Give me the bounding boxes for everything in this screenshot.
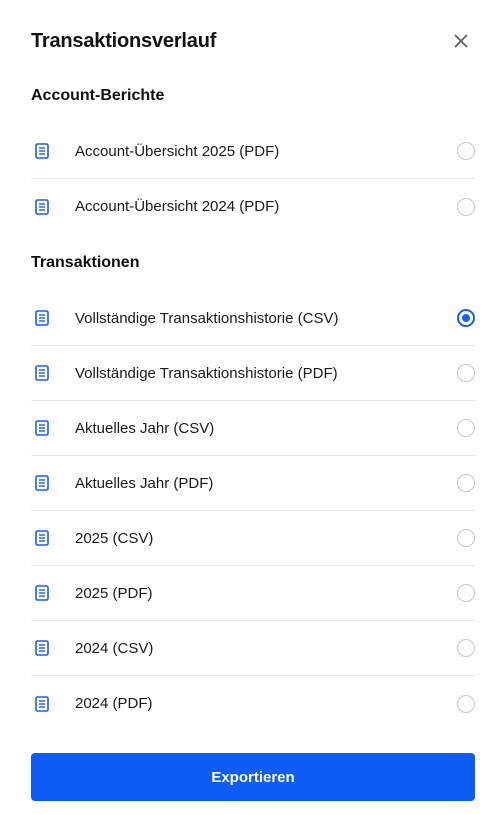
document-icon — [31, 362, 53, 384]
document-icon — [31, 307, 53, 329]
document-icon — [31, 637, 53, 659]
section-title-account-reports: Account-Berichte — [31, 87, 165, 104]
radio-button[interactable] — [457, 474, 475, 492]
transactions-list: Vollständige Transaktionshistorie (CSV) … — [31, 291, 475, 731]
list-item-label: 2025 (CSV) — [75, 529, 154, 547]
document-icon — [31, 527, 53, 549]
close-icon — [454, 34, 468, 48]
list-item[interactable]: Aktuelles Jahr (PDF) — [31, 456, 475, 511]
section-title-transactions: Transaktionen — [31, 254, 140, 271]
document-icon — [31, 140, 53, 162]
radio-button[interactable] — [457, 364, 475, 382]
list-item-label: Account-Übersicht 2025 (PDF) — [75, 142, 280, 160]
radio-button[interactable] — [457, 419, 475, 437]
list-item-label: Vollständige Transaktionshistorie (PDF) — [75, 364, 338, 382]
document-icon — [31, 417, 53, 439]
document-icon — [31, 582, 53, 604]
document-icon — [31, 472, 53, 494]
export-button[interactable]: Exportieren — [31, 753, 475, 801]
close-button[interactable] — [451, 31, 471, 51]
list-item-label: Vollständige Transaktionshistorie (CSV) — [75, 309, 339, 327]
list-item-label: Aktuelles Jahr (CSV) — [75, 419, 215, 437]
list-item[interactable]: Account-Übersicht 2024 (PDF) — [31, 179, 475, 234]
list-item-label: 2025 (PDF) — [75, 584, 153, 602]
radio-button[interactable] — [457, 584, 475, 602]
list-item-label: Account-Übersicht 2024 (PDF) — [75, 198, 280, 215]
list-item-label: Aktuelles Jahr (PDF) — [75, 474, 214, 492]
list-item[interactable]: 2024 (PDF) — [31, 676, 475, 731]
export-panel: Transaktionsverlauf Account-Berichte Acc… — [0, 0, 501, 815]
list-item[interactable]: Vollständige Transaktionshistorie (PDF) — [31, 346, 475, 401]
radio-button[interactable] — [457, 639, 475, 657]
list-item[interactable]: Aktuelles Jahr (CSV) — [31, 401, 475, 456]
account-reports-list: Account-Übersicht 2025 (PDF) Account-Übe… — [31, 124, 475, 234]
radio-button[interactable] — [457, 142, 475, 160]
document-icon — [31, 693, 53, 715]
list-item[interactable]: Account-Übersicht 2025 (PDF) — [31, 124, 475, 179]
list-item[interactable]: Vollständige Transaktionshistorie (CSV) — [31, 291, 475, 346]
list-item[interactable]: 2025 (CSV) — [31, 511, 475, 566]
radio-button[interactable] — [457, 694, 475, 713]
list-item-label: 2024 (CSV) — [75, 639, 154, 657]
panel-header: Transaktionsverlauf — [31, 0, 475, 82]
list-item[interactable]: 2025 (PDF) — [31, 566, 475, 621]
radio-button-selected[interactable] — [457, 309, 475, 327]
radio-button[interactable] — [457, 197, 475, 216]
panel-title: Transaktionsverlauf — [31, 29, 217, 52]
list-item-label: 2024 (PDF) — [75, 695, 153, 712]
document-icon — [31, 196, 53, 218]
list-item[interactable]: 2024 (CSV) — [31, 621, 475, 676]
radio-button[interactable] — [457, 529, 475, 547]
footer: Exportieren — [31, 753, 475, 801]
